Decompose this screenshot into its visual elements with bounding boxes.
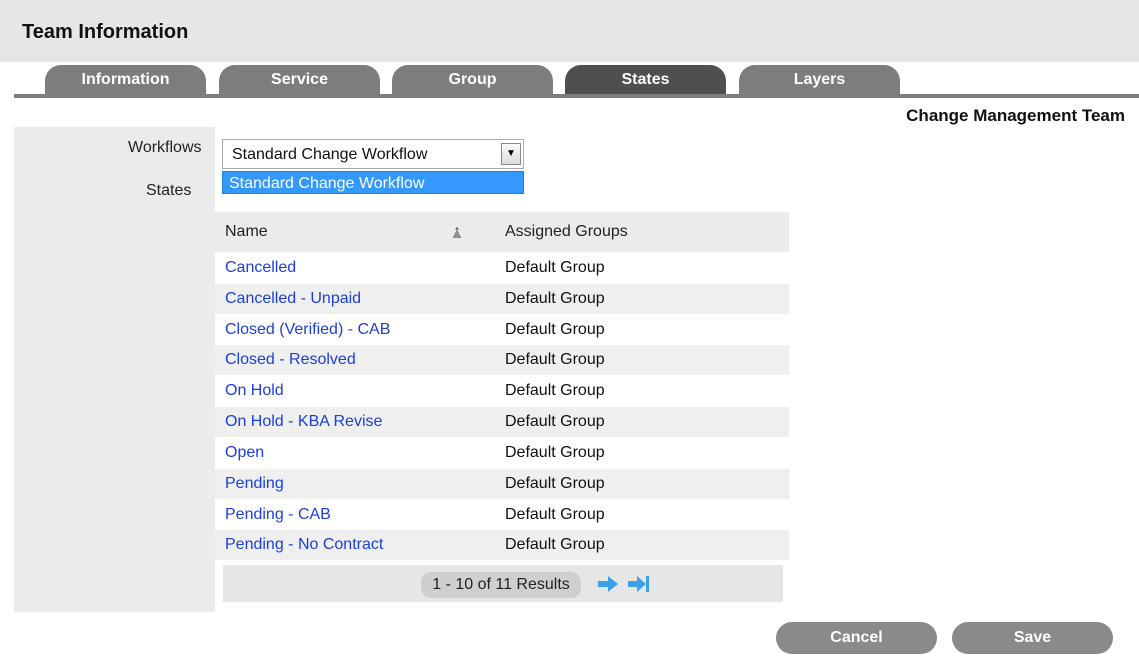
assigned-group: Default Group [505,321,605,338]
assigned-group: Default Group [505,382,605,399]
last-page-arrow-icon[interactable] [627,573,651,595]
save-button[interactable]: Save [952,622,1113,654]
pagination-bar: 1 - 10 of 11 Results [223,565,783,602]
state-link[interactable]: Pending - CAB [225,506,331,524]
workflow-select-value: Standard Change Workflow [232,146,428,163]
results-count: 1 - 10 of 11 Results [421,572,581,598]
table-row: Closed - Resolved Default Group [215,345,789,375]
workflows-label: Workflows [128,139,202,156]
assigned-group: Default Group [505,536,605,553]
table-row: On Hold Default Group [215,376,789,406]
workflow-select[interactable]: Standard Change Workflow ▼ [222,139,524,169]
tab-underline [14,94,1139,98]
table-row: Closed (Verified) - CAB Default Group [215,315,789,345]
state-link[interactable]: Closed (Verified) - CAB [225,321,390,339]
state-link[interactable]: Pending [225,475,284,493]
cancel-button[interactable]: Cancel [776,622,937,654]
table-row: Pending - CAB Default Group [215,500,789,530]
workflow-option[interactable]: Standard Change Workflow [222,171,524,194]
sort-ascending-icon[interactable] [451,226,463,238]
states-label: States [146,182,192,199]
tab-bar: Information Service Group States Layers [0,62,1139,98]
table-row: Pending - No Contract Default Group [215,530,789,560]
page-header: Team Information [0,0,1139,62]
assigned-group: Default Group [505,444,605,461]
assigned-group: Default Group [505,351,605,368]
table-row: On Hold - KBA Revise Default Group [215,407,789,437]
next-arrow-icon[interactable] [596,573,620,595]
table-row: Open Default Group [215,438,789,468]
tab-states[interactable]: States [565,65,726,95]
assigned-group: Default Group [505,290,605,307]
column-header-name[interactable]: Name [225,223,268,241]
form-label-column: Workflows States [14,127,215,612]
assigned-group: Default Group [505,413,605,430]
table-row: Cancelled - Unpaid Default Group [215,284,789,314]
state-link[interactable]: On Hold [225,382,284,400]
assigned-group: Default Group [505,475,605,492]
table-row: Cancelled Default Group [215,253,789,283]
tab-information[interactable]: Information [45,65,206,95]
state-link[interactable]: Open [225,444,264,462]
tab-layers[interactable]: Layers [739,65,900,95]
state-link[interactable]: On Hold - KBA Revise [225,413,382,431]
state-link[interactable]: Cancelled [225,259,296,277]
page-title: Team Information [22,21,189,43]
tab-group[interactable]: Group [392,65,553,95]
state-link[interactable]: Pending - No Contract [225,536,383,554]
assigned-group: Default Group [505,259,605,276]
table-header: Name Assigned Groups [215,212,789,252]
team-name: Change Management Team [906,106,1125,125]
table-row: Pending Default Group [215,469,789,499]
chevron-down-icon[interactable]: ▼ [501,143,521,165]
state-link[interactable]: Cancelled - Unpaid [225,290,361,308]
column-header-assigned-groups[interactable]: Assigned Groups [505,223,628,241]
state-link[interactable]: Closed - Resolved [225,351,356,369]
tab-service[interactable]: Service [219,65,380,95]
assigned-group: Default Group [505,506,605,523]
